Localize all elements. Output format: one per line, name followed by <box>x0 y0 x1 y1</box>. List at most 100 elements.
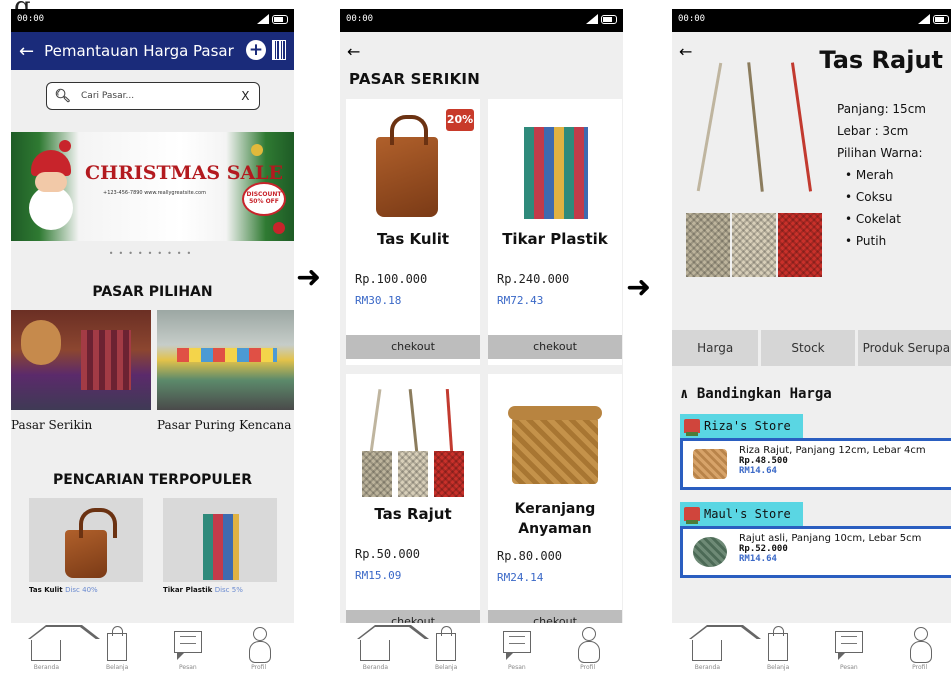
search-icon: 🔍︎ <box>54 88 72 104</box>
store-offer-card[interactable]: Riza Rajut, Panjang 12cm, Lebar 4cm Rp.4… <box>680 438 951 490</box>
banner-contact: +123-456-7890 www.reallygreatsite.com <box>103 190 206 196</box>
banner-title: CHRISTMAS SALE <box>85 162 284 184</box>
nav-messages[interactable]: Pesan <box>158 627 218 671</box>
offer-description: Rajut asli, Panjang 10cm, Lebar 5cm <box>739 533 922 544</box>
header-title: Pemantauan Harga Pasar <box>44 42 234 60</box>
product-image <box>488 374 622 499</box>
leather-bag-image <box>61 506 117 578</box>
nav-shop[interactable]: Belanja <box>87 626 147 671</box>
nav-messages[interactable]: Pesan <box>487 627 547 671</box>
market-image <box>157 310 294 410</box>
market-card-puring[interactable]: Pasar Puring Kencana <box>157 310 294 432</box>
product-card-tas-kulit[interactable]: 20% Tas Kulit Rp.100.000 RM30.18 chekout <box>346 99 480 365</box>
product-price: Rp.50.000 <box>355 547 421 561</box>
product-name: Tas Kulit <box>376 230 450 248</box>
status-time: 00:00 <box>346 14 374 24</box>
nav-home[interactable]: Beranda <box>677 625 762 671</box>
color-option: • Coksu <box>845 190 893 204</box>
checkout-button[interactable]: chekout <box>346 335 480 359</box>
product-card-tas-rajut[interactable]: Tas Rajut Rp.50.000 RM15.09 chekout <box>346 374 480 640</box>
bottom-nav: Beranda Belanja Pesan Profil <box>11 623 294 677</box>
nav-profile[interactable]: Profil <box>229 627 289 671</box>
signal-icon <box>257 14 269 24</box>
status-bar: 00:00 <box>11 9 294 32</box>
battery-icon <box>601 14 617 24</box>
shopping-bag-icon <box>107 626 128 661</box>
compare-price-header[interactable]: ∧ Bandingkan Harga <box>672 386 951 402</box>
product-card-tikar-plastik[interactable]: Tikar Plastik Rp.240.000 RM72.43 chekout <box>488 99 622 365</box>
nav-messages[interactable]: Pesan <box>819 627 879 671</box>
store-tag-riza[interactable]: Riza's Store <box>680 414 803 438</box>
offer-price-rm: RM14.64 <box>739 466 777 476</box>
checkout-button[interactable]: chekout <box>488 335 622 359</box>
back-arrow-icon[interactable]: ← <box>340 32 623 64</box>
shopping-bag-icon <box>768 626 789 661</box>
search-placeholder: Cari Pasar... <box>81 91 135 101</box>
status-time: 00:00 <box>678 14 706 24</box>
battery-icon <box>933 14 949 24</box>
store-icon <box>684 419 700 436</box>
market-card-serikin[interactable]: Pasar Serikin <box>11 310 151 432</box>
nav-shop[interactable]: Belanja <box>416 626 476 671</box>
market-label: Pasar Puring Kencana <box>157 418 292 432</box>
nav-home[interactable]: Beranda <box>16 625 101 671</box>
section-title-pasar: PASAR PILIHAN <box>92 284 213 300</box>
clear-search-icon[interactable]: X <box>241 89 249 103</box>
home-icon <box>689 625 762 661</box>
back-arrow-icon[interactable]: ← <box>19 41 34 62</box>
tab-stock[interactable]: Stock <box>761 330 855 366</box>
home-icon <box>357 625 430 661</box>
barcode-scan-icon[interactable] <box>272 40 286 60</box>
home-icon <box>28 625 101 661</box>
nav-profile[interactable]: Profil <box>890 627 950 671</box>
status-time: 00:00 <box>17 14 45 24</box>
product-price-rm: RM15.09 <box>355 569 402 582</box>
product-image <box>346 374 480 499</box>
user-icon <box>248 627 271 663</box>
spec-length: Panjang: 15cm <box>837 102 926 116</box>
product-card-keranjang-anyaman[interactable]: Keranjang Anyaman Rp.80.000 RM24.14 chek… <box>488 374 622 640</box>
product-image: 20% <box>346 99 480 224</box>
store-offer-card[interactable]: Rajut asli, Panjang 10cm, Lebar 5cm Rp.5… <box>680 526 951 578</box>
screen-product-detail: 00:00 ← Tas Rajut Panjang: 15cm Lebar : … <box>672 9 951 677</box>
search-input[interactable]: 🔍︎ Cari Pasar... X <box>45 82 260 110</box>
tab-produk-serupa[interactable]: Produk Serupa <box>857 330 951 366</box>
battery-icon <box>272 14 288 24</box>
product-price: Rp.80.000 <box>497 549 563 563</box>
popular-item[interactable]: Tas Kulit Disc 40% <box>29 498 143 594</box>
flow-arrow-icon: ➜ <box>296 260 322 295</box>
carousel-dots[interactable]: ••••••••• <box>11 249 294 258</box>
nav-shop[interactable]: Belanja <box>748 626 808 671</box>
product-price: Rp.240.000 <box>497 272 570 286</box>
add-icon[interactable]: + <box>246 40 266 60</box>
nav-home[interactable]: Beranda <box>345 625 430 671</box>
product-price-rm: RM72.43 <box>497 294 544 307</box>
offer-price-rm: RM14.64 <box>739 554 777 564</box>
plastic-mat-image <box>195 506 245 580</box>
product-specs: Panjang: 15cm Lebar : 3cm Pilihan Warna:… <box>837 98 926 252</box>
tab-harga[interactable]: Harga <box>672 330 759 366</box>
santa-illustration <box>25 150 77 232</box>
product-title: Tas Rajut <box>819 46 943 74</box>
popular-discount: Disc 40% <box>65 586 98 594</box>
offer-price: Rp.52.000 <box>739 544 788 554</box>
offer-description: Riza Rajut, Panjang 12cm, Lebar 4cm <box>739 445 926 456</box>
store-tag-maul[interactable]: Maul's Store <box>680 502 803 526</box>
signal-icon <box>586 14 598 24</box>
nav-profile[interactable]: Profil <box>558 627 618 671</box>
message-icon <box>173 631 202 660</box>
color-option: • Merah <box>845 168 894 182</box>
discount-badge: 20% <box>446 109 474 131</box>
app-header: ← Pemantauan Harga Pasar + <box>11 32 294 70</box>
bottom-nav: Beranda Belanja Pesan Profil <box>340 623 623 677</box>
flow-arrow-icon: ➜ <box>626 270 652 305</box>
product-name: Tas Rajut <box>374 505 452 523</box>
status-bar: 00:00 <box>340 9 623 32</box>
page: g 00:00 ← Pemantauan Harga Pasar + 🔍︎ Ca… <box>0 0 951 680</box>
color-option: • Cokelat <box>845 212 901 226</box>
market-image <box>11 310 151 410</box>
popular-item[interactable]: Tikar Plastik Disc 5% <box>163 498 277 594</box>
promo-banner[interactable]: CHRISTMAS SALE +123-456-7890 www.reallyg… <box>11 132 294 241</box>
color-option: • Putih <box>845 234 887 248</box>
popular-discount: Disc 5% <box>214 586 243 594</box>
